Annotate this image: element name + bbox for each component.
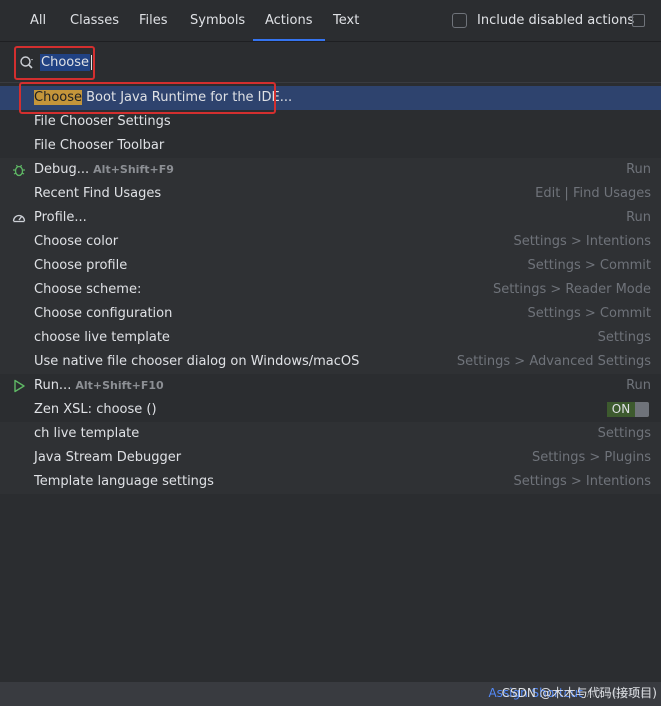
item-location: Edit | Find Usages (535, 186, 651, 201)
search-bar: Choose (0, 42, 661, 83)
tab-actions[interactable]: Actions (253, 0, 324, 41)
run-icon (14, 379, 25, 393)
item-location: Settings > Intentions (513, 234, 651, 249)
preview-icon[interactable] (632, 14, 645, 27)
list-item[interactable]: Choose profile Settings > Commit (0, 254, 661, 278)
list-item[interactable]: Debug... Alt+Shift+F9 Run (0, 158, 661, 182)
item-location: Settings > Reader Mode (492, 282, 651, 297)
list-item[interactable]: Use native file chooser dialog on Window… (0, 350, 661, 374)
list-item[interactable]: Java Stream Debugger Settings > Plugins (0, 446, 661, 470)
list-item[interactable]: Choose color Settings > Intentions (0, 230, 661, 254)
tab-all[interactable]: All (30, 0, 46, 41)
item-label: File Chooser Toolbar (34, 138, 165, 153)
item-label: Choose color (34, 234, 119, 249)
item-label: File Chooser Settings (34, 114, 171, 129)
results-list: Choose Boot Java Runtime for the IDE... … (0, 82, 661, 494)
item-location: Settings (597, 426, 651, 441)
list-item[interactable]: Template language settings Settings > In… (0, 470, 661, 494)
include-disabled-checkbox[interactable] (452, 13, 467, 28)
list-item[interactable]: File Chooser Toolbar (0, 134, 661, 158)
item-label: Choose scheme: (34, 282, 142, 297)
bug-icon (13, 164, 25, 177)
tab-files[interactable]: Files (139, 0, 168, 41)
item-label: Choose profile (34, 258, 128, 273)
scope-tabs: All Classes Files Symbols Actions Text I… (0, 0, 661, 42)
list-item[interactable]: Zen XSL: choose () ON (0, 398, 661, 422)
item-label: Run... Alt+Shift+F10 (34, 378, 164, 393)
item-label: ch live template (34, 426, 140, 441)
item-location: Settings > Plugins (531, 450, 651, 465)
list-item[interactable]: File Chooser Settings (0, 110, 661, 134)
tab-text[interactable]: Text (333, 0, 359, 41)
item-location: Run (626, 210, 651, 225)
include-disabled-label: Include disabled actions (477, 13, 635, 28)
item-label: Debug... Alt+Shift+F9 (34, 162, 174, 177)
match-highlight: Choose (34, 90, 82, 105)
item-location: Run (626, 162, 651, 177)
list-item[interactable]: Recent Find Usages Edit | Find Usages (0, 182, 661, 206)
search-icon[interactable] (19, 55, 35, 71)
toggle-knob (635, 402, 649, 417)
item-shortcut: Alt+Shift+F10 (75, 379, 164, 392)
tab-symbols[interactable]: Symbols (190, 0, 245, 41)
item-location: Settings > Advanced Settings (456, 354, 651, 369)
list-item[interactable]: Run... Alt+Shift+F10 Run (0, 374, 661, 398)
search-input[interactable]: Choose (40, 54, 92, 71)
toggle-state: ON (607, 402, 635, 417)
list-item[interactable]: Choose configuration Settings > Commit (0, 302, 661, 326)
gauge-icon (12, 214, 26, 223)
item-location: Settings > Commit (527, 306, 651, 321)
list-item[interactable]: Profile... Run (0, 206, 661, 230)
option-toggle[interactable]: ON (607, 402, 649, 417)
item-label: Use native file chooser dialog on Window… (34, 354, 360, 369)
list-item[interactable]: Choose scheme: Settings > Reader Mode (0, 278, 661, 302)
list-item[interactable]: choose live template Settings (0, 326, 661, 350)
item-label: Choose configuration (34, 306, 173, 321)
item-location: Settings (597, 330, 651, 345)
tab-classes[interactable]: Classes (70, 0, 119, 41)
item-label: Zen XSL: choose () (34, 402, 157, 417)
search-annotation-box: Choose (14, 46, 95, 80)
footer-bar: Assign Shortcut Alt+Enter CSDN @木木与代码(接项… (0, 682, 661, 706)
item-label: Profile... (34, 210, 87, 225)
item-label: Choose Boot Java Runtime for the IDE... (34, 90, 293, 105)
watermark: CSDN @木木与代码(接项目) (501, 686, 657, 700)
item-location: Settings > Intentions (513, 474, 651, 489)
item-location: Settings > Commit (527, 258, 651, 273)
item-label: choose live template (34, 330, 170, 345)
item-label: Java Stream Debugger (34, 450, 182, 465)
item-shortcut: Alt+Shift+F9 (93, 163, 174, 176)
item-label: Template language settings (34, 474, 214, 489)
list-item[interactable]: Choose Boot Java Runtime for the IDE... (0, 82, 661, 114)
list-item[interactable]: ch live template Settings (0, 422, 661, 446)
item-location: Run (626, 378, 651, 393)
include-disabled-toggle[interactable]: Include disabled actions (452, 12, 634, 29)
item-label: Recent Find Usages (34, 186, 162, 201)
